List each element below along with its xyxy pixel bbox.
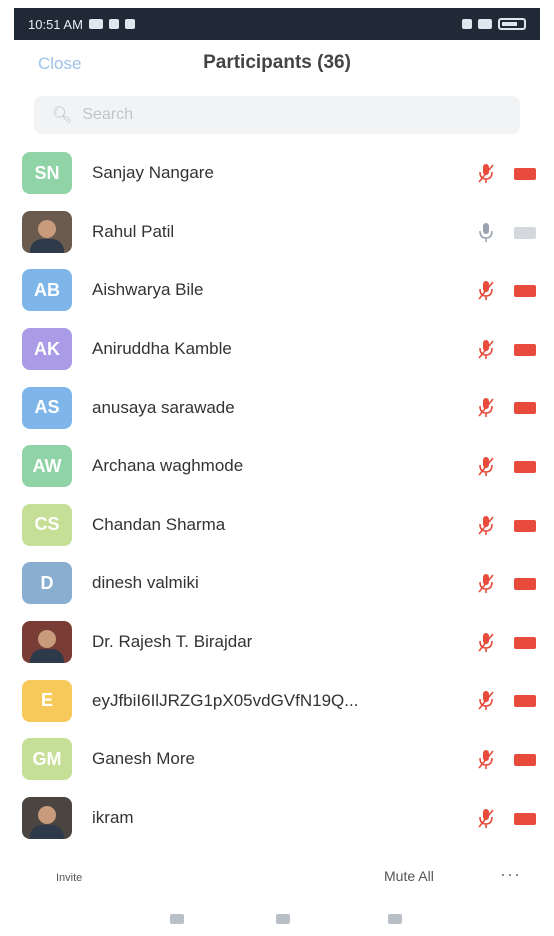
avatar: GM xyxy=(22,738,72,781)
wifi-icon xyxy=(478,19,492,29)
mic-muted-icon xyxy=(478,398,494,418)
mic-muted-icon xyxy=(478,515,494,535)
avatar: D xyxy=(22,562,72,605)
video-off-icon xyxy=(514,812,536,825)
avatar-photo-body xyxy=(30,649,64,664)
video-off-icon xyxy=(514,402,536,415)
video-icon xyxy=(514,226,536,239)
back-icon[interactable] xyxy=(388,914,402,924)
participant-name: anusaya sarawade xyxy=(92,397,235,417)
search-icon: 🔍︎ xyxy=(52,107,73,124)
avatar-initials: CS xyxy=(34,514,60,535)
battery-icon xyxy=(498,18,526,30)
participants-header: Close Participants (36) xyxy=(0,40,554,88)
invite-button[interactable]: Invite xyxy=(56,872,82,884)
avatar: AS xyxy=(22,386,72,429)
avatar-photo-body xyxy=(30,238,64,253)
participant-name: Dr. Rajesh T. Birajdar xyxy=(92,632,253,652)
avatar-photo xyxy=(38,630,56,649)
message-icon xyxy=(88,19,103,29)
signal-icon xyxy=(462,19,472,29)
mic-muted-icon xyxy=(478,632,494,652)
video-off-icon xyxy=(514,168,536,180)
mic-muted-icon xyxy=(478,456,494,476)
send-icon xyxy=(124,19,135,29)
mic-icon xyxy=(479,222,493,242)
avatar: E xyxy=(22,679,72,722)
bottom-toolbar: Invite Mute All ··· xyxy=(0,858,554,898)
mail-icon xyxy=(108,19,119,29)
participant-name: Sanjay Nangare xyxy=(92,163,214,183)
search-bar[interactable]: 🔍︎ xyxy=(34,96,520,134)
avatar-initials: SN xyxy=(34,162,60,183)
system-nav-bar xyxy=(0,910,554,936)
avatar xyxy=(22,796,72,839)
mute-all-button[interactable]: Mute All xyxy=(384,868,434,884)
avatar-photo-body xyxy=(30,824,64,839)
participant-row[interactable]: EeyJfbiI6IlJRZG1pX05vdGVfN19Q... xyxy=(0,671,554,730)
participant-name: ikram xyxy=(92,807,134,827)
avatar: AB xyxy=(22,269,72,312)
video-off-icon xyxy=(514,285,536,298)
participant-row[interactable]: AS anusaya sarawade xyxy=(0,378,554,437)
status-time: 10:51 AM xyxy=(28,16,83,32)
participant-name: Aniruddha Kamble xyxy=(92,339,232,359)
video-off-icon xyxy=(514,636,536,649)
participant-row[interactable]: SN Sanjay Nangare xyxy=(0,144,554,203)
video-off-icon xyxy=(514,695,536,708)
avatar: CS xyxy=(22,503,72,546)
video-off-icon xyxy=(514,343,536,356)
avatar: SN xyxy=(22,152,72,195)
avatar-initials: GM xyxy=(32,748,62,769)
search-input[interactable] xyxy=(80,105,465,125)
participant-row[interactable]: CS Chandan Sharma xyxy=(0,496,554,555)
avatar-initials: AS xyxy=(34,397,60,418)
mic-muted-icon xyxy=(478,574,494,594)
video-off-icon xyxy=(514,460,536,473)
mic-muted-icon xyxy=(478,749,494,769)
page-title: Participants (36) xyxy=(203,52,351,73)
participant-name: Archana waghmode xyxy=(92,456,244,476)
status-right xyxy=(462,18,526,30)
participant-name: Chandan Sharma xyxy=(92,514,226,534)
participant-row[interactable]: AW Archana waghmode xyxy=(0,437,554,496)
mic-muted-icon xyxy=(478,164,494,183)
video-off-icon xyxy=(514,578,536,591)
mic-muted-icon xyxy=(478,808,494,828)
home-icon[interactable] xyxy=(276,914,290,924)
participant-row[interactable]: Ddinesh valmiki xyxy=(0,554,554,613)
recent-apps-icon[interactable] xyxy=(170,914,184,924)
mic-muted-icon xyxy=(478,339,494,359)
participant-name: Rahul Patil xyxy=(92,221,175,241)
video-off-icon xyxy=(514,519,536,532)
participant-list: SN Sanjay Nangare Rahul Patil AB Aishwarya B… xyxy=(0,144,554,847)
avatar: AK xyxy=(22,328,72,371)
participant-name: eyJfbiI6IlJRZG1pX05vdGVfN19Q... xyxy=(92,690,359,710)
avatar-initials: AB xyxy=(34,279,60,300)
participant-row[interactable]: GM Ganesh More xyxy=(0,730,554,789)
video-off-icon xyxy=(514,753,536,766)
participant-row[interactable]: ikram xyxy=(0,789,554,848)
avatar-initials: D xyxy=(40,572,54,593)
mic-muted-icon xyxy=(478,691,494,711)
avatar-photo xyxy=(38,805,56,824)
mic-muted-icon xyxy=(478,281,494,301)
participant-name: dinesh valmiki xyxy=(92,573,199,593)
participant-row[interactable]: AK Aniruddha Kamble xyxy=(0,320,554,379)
status-bar: 10:51 AM xyxy=(14,8,540,40)
avatar-initials: E xyxy=(40,690,53,711)
avatar xyxy=(22,210,72,253)
avatar xyxy=(22,621,72,664)
status-left: 10:51 AM xyxy=(28,17,135,32)
participant-name: Ganesh More xyxy=(92,749,195,769)
more-options-button[interactable]: ··· xyxy=(500,864,521,885)
avatar-initials: AK xyxy=(34,338,60,359)
avatar-photo xyxy=(38,219,56,238)
avatar: AW xyxy=(22,445,72,488)
participant-row[interactable]: AB Aishwarya Bile xyxy=(0,261,554,320)
avatar-initials: AW xyxy=(32,455,62,476)
participant-name: Aishwarya Bile xyxy=(92,280,204,300)
participant-row[interactable]: Rahul Patil xyxy=(0,203,554,262)
participant-row[interactable]: Dr. Rajesh T. Birajdar xyxy=(0,613,554,672)
